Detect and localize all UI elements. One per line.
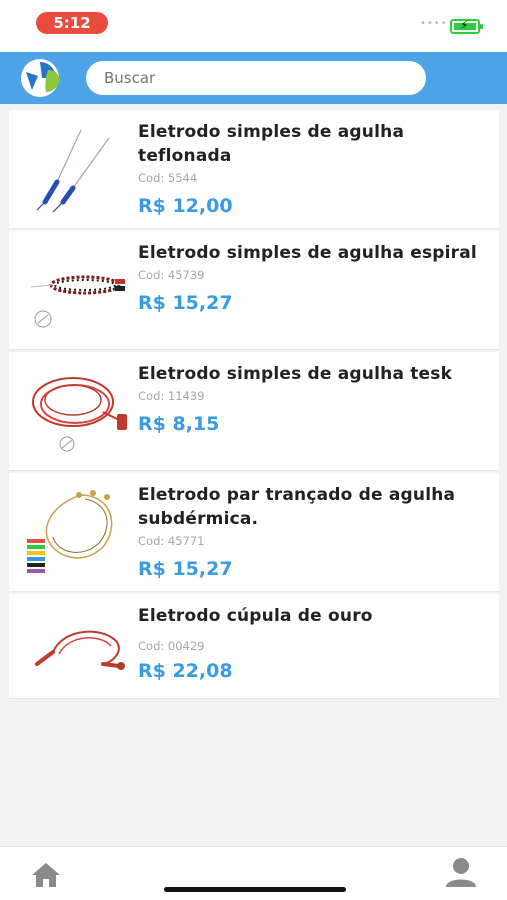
product-title: Eletrodo cúpula de ouro: [138, 606, 373, 626]
product-code: Cod: 11439: [138, 389, 205, 403]
product-image: [32, 377, 127, 452]
product-list: Eletrodo simples de agulha teflonada Cod…: [9, 110, 499, 701]
product-code: Cod: 00429: [138, 639, 205, 653]
product-card[interactable]: Eletrodo simples de agulha espiral Cod: …: [9, 231, 499, 350]
product-card[interactable]: Eletrodo par trançado de agulha subdérmi…: [9, 473, 499, 592]
home-icon[interactable]: [30, 861, 62, 889]
status-bar: 5:12 •••• ⚡: [0, 0, 507, 52]
tab-bar: [0, 846, 507, 900]
home-indicator: [164, 887, 346, 892]
product-image: [36, 129, 110, 213]
product-price: R$ 15,27: [138, 558, 233, 580]
product-card[interactable]: Eletrodo cúpula de ouro Cod: 00429 R$ 22…: [9, 594, 499, 699]
app-header: [0, 52, 507, 104]
product-price: R$ 15,27: [138, 292, 233, 314]
app-logo[interactable]: [20, 58, 68, 98]
product-price: R$ 8,15: [138, 413, 220, 435]
product-code: Cod: 45771: [138, 534, 205, 548]
product-title: Eletrodo par trançado de agulha subdérmi…: [138, 485, 456, 529]
status-time: 5:12: [36, 12, 108, 34]
product-card[interactable]: Eletrodo simples de agulha tesk Cod: 114…: [9, 352, 499, 471]
product-title: Eletrodo simples de agulha teflonada: [138, 122, 405, 166]
product-code: Cod: 5544: [138, 171, 198, 185]
product-image: [27, 490, 113, 573]
search-input[interactable]: [86, 61, 426, 95]
product-image: [35, 630, 125, 670]
product-image: [30, 275, 125, 328]
product-card[interactable]: Eletrodo simples de agulha teflonada Cod…: [9, 110, 499, 229]
product-price: R$ 12,00: [138, 195, 233, 217]
product-title: Eletrodo simples de agulha tesk: [138, 364, 453, 384]
product-code: Cod: 45739: [138, 268, 205, 282]
battery-icon: ⚡: [450, 18, 483, 34]
profile-icon[interactable]: [444, 857, 478, 889]
product-title: Eletrodo simples de agulha espiral: [138, 243, 477, 263]
product-price: R$ 22,08: [138, 660, 233, 682]
signal-icon: ••••: [420, 18, 448, 29]
